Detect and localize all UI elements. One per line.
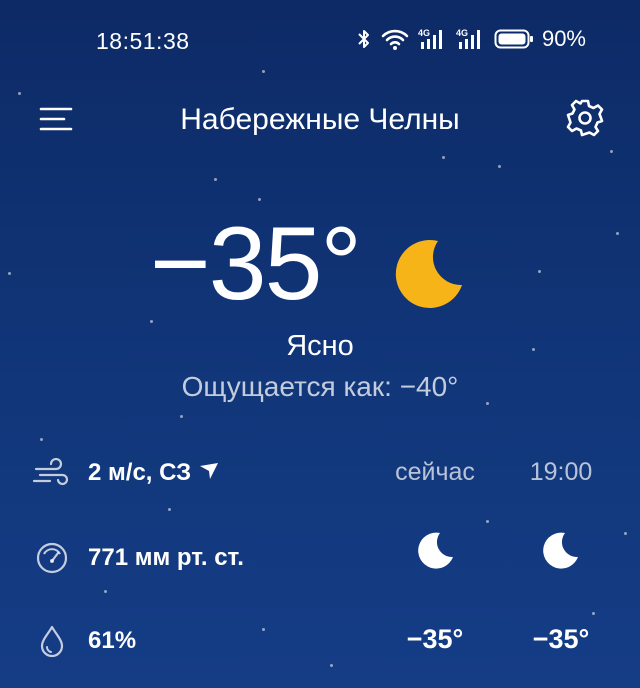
status-time: 18:51:38 (96, 28, 190, 54)
signal-4g-icon: 4G (418, 27, 448, 51)
moon-icon (543, 532, 578, 569)
bluetooth-icon (356, 27, 372, 51)
pressure-gauge-icon (30, 541, 74, 575)
status-icons: 4G 4G 90% (356, 26, 586, 52)
wind-value: 2 м/с, СЗ (88, 459, 192, 486)
wifi-icon (380, 27, 410, 51)
settings-button[interactable] (564, 97, 606, 139)
battery-percentage: 90% (541, 26, 586, 51)
pressure-row: 771 мм рт. ст. (30, 533, 244, 583)
battery-icon (494, 28, 534, 50)
status-bar: 18:51:38 4G 4G 90% (0, 0, 640, 80)
hour-temp: −35° (532, 624, 590, 654)
humidity-value: 61% (88, 627, 137, 654)
hour-label: 19:00 (529, 458, 593, 486)
svg-text:4G: 4G (418, 28, 430, 38)
humidity-drop-icon (30, 624, 74, 658)
svg-text:4G: 4G (456, 28, 468, 38)
pressure-value: 771 мм рт. ст. (88, 544, 244, 571)
hourly-temp-item: −35° (506, 624, 616, 655)
current-temperature: −35° (150, 206, 362, 322)
weather-condition: Ясно (286, 330, 354, 362)
feels-like: Ощущается как: −40° (181, 371, 459, 402)
humidity-row: 61% (30, 616, 136, 666)
moon-icon (418, 532, 453, 569)
hourly-temp-item: −35° (380, 624, 490, 655)
wind-row: 2 м/с, СЗ (30, 448, 221, 498)
moon-icon (395, 240, 462, 309)
hour-temp: −35° (406, 624, 464, 654)
city-title[interactable]: Набережные Челны (0, 103, 640, 137)
header: Набережные Челны (0, 95, 640, 145)
gear-icon (566, 99, 604, 137)
wind-direction-arrow-icon (197, 461, 221, 486)
hourly-item[interactable]: 19:00 (506, 458, 616, 487)
hourly-item[interactable]: сейчас (380, 458, 490, 487)
hour-label: сейчас (395, 458, 475, 486)
signal-4g-icon: 4G (456, 27, 486, 51)
wind-icon (30, 458, 74, 488)
